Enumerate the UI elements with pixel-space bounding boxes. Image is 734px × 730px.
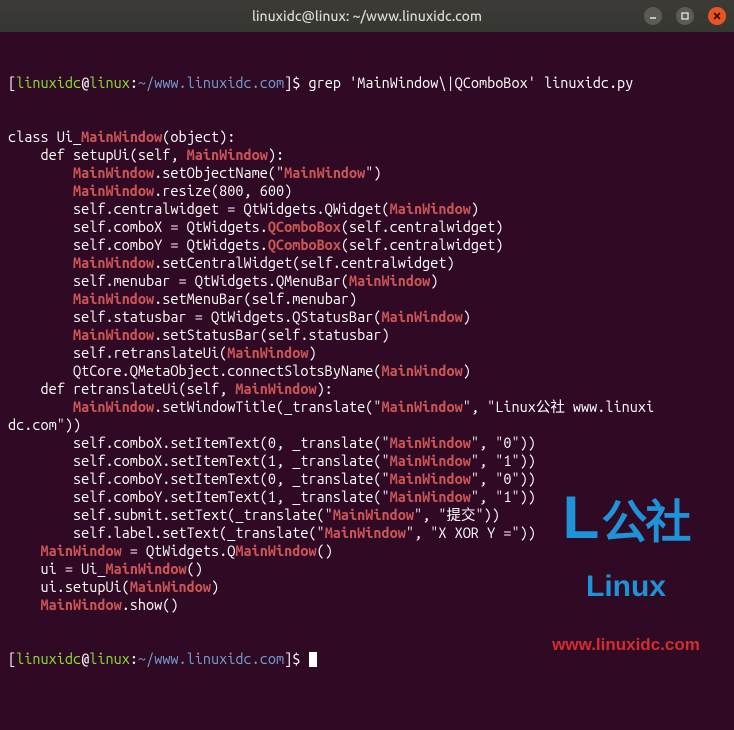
grep-match: MainWindow bbox=[81, 128, 162, 145]
output-line: MainWindow = QtWidgets.QMainWindow() bbox=[8, 542, 726, 560]
grep-match: MainWindow bbox=[235, 542, 316, 559]
minimize-button[interactable] bbox=[644, 7, 662, 25]
output-line: self.label.setText(_translate("MainWindo… bbox=[8, 524, 726, 542]
grep-match: MainWindow bbox=[284, 164, 365, 181]
grep-match: QComboBox bbox=[268, 236, 341, 253]
output-line: MainWindow.setObjectName("MainWindow") bbox=[8, 164, 726, 182]
output-line: self.statusbar = QtWidgets.QStatusBar(Ma… bbox=[8, 308, 726, 326]
grep-match: MainWindow bbox=[235, 380, 316, 397]
window-controls bbox=[644, 7, 726, 25]
output-line: dc.com")) bbox=[8, 416, 726, 434]
grep-match: MainWindow bbox=[382, 362, 463, 379]
output-line: self.menubar = QtWidgets.QMenuBar(MainWi… bbox=[8, 272, 726, 290]
titlebar: linuxidc@linux: ~/www.linuxidc.com bbox=[0, 0, 734, 32]
output-line: ui.setupUi(MainWindow) bbox=[8, 578, 726, 596]
cursor bbox=[309, 652, 317, 667]
output-line: self.retranslateUi(MainWindow) bbox=[8, 344, 726, 362]
grep-match: MainWindow bbox=[382, 308, 463, 325]
output-line: self.submit.setText(_translate("MainWind… bbox=[8, 506, 726, 524]
grep-match: MainWindow bbox=[73, 164, 154, 181]
grep-match: MainWindow bbox=[333, 506, 414, 523]
output-line: MainWindow.setMenuBar(self.menubar) bbox=[8, 290, 726, 308]
prompt-line: [linuxidc@linux:~/www.linuxidc.com]$ bbox=[8, 650, 726, 668]
grep-match: MainWindow bbox=[390, 470, 471, 487]
maximize-button[interactable] bbox=[676, 7, 694, 25]
prompt-path: ~/www.linuxidc.com bbox=[138, 74, 284, 91]
close-button[interactable] bbox=[708, 7, 726, 25]
grep-match: MainWindow bbox=[40, 542, 121, 559]
grep-match: MainWindow bbox=[105, 560, 186, 577]
grep-match: MainWindow bbox=[40, 596, 121, 613]
output-line: QtCore.QMetaObject.connectSlotsByName(Ma… bbox=[8, 362, 726, 380]
grep-match: MainWindow bbox=[382, 398, 463, 415]
grep-match: MainWindow bbox=[73, 254, 154, 271]
grep-match: MainWindow bbox=[73, 326, 154, 343]
output-line: self.comboY.setItemText(1, _translate("M… bbox=[8, 488, 726, 506]
output-line: def setupUi(self, MainWindow): bbox=[8, 146, 726, 164]
output-line: self.comboX.setItemText(0, _translate("M… bbox=[8, 434, 726, 452]
grep-match: MainWindow bbox=[390, 488, 471, 505]
output-line: class Ui_MainWindow(object): bbox=[8, 128, 726, 146]
window-title: linuxidc@linux: ~/www.linuxidc.com bbox=[252, 8, 482, 24]
grep-match: MainWindow bbox=[349, 272, 430, 289]
terminal[interactable]: [linuxidc@linux:~/www.linuxidc.com]$ gre… bbox=[0, 32, 734, 730]
output-line: self.comboY = QtWidgets.QComboBox(self.c… bbox=[8, 236, 726, 254]
output-line: MainWindow.resize(800, 600) bbox=[8, 182, 726, 200]
output-line: self.comboX.setItemText(1, _translate("M… bbox=[8, 452, 726, 470]
prompt-host: linux bbox=[89, 74, 130, 91]
prompt-line: [linuxidc@linux:~/www.linuxidc.com]$ gre… bbox=[8, 74, 726, 92]
terminal-output: class Ui_MainWindow(object): def setupUi… bbox=[8, 128, 726, 614]
output-line: ui = Ui_MainWindow() bbox=[8, 560, 726, 578]
output-line: self.centralwidget = QtWidgets.QWidget(M… bbox=[8, 200, 726, 218]
output-line: def retranslateUi(self, MainWindow): bbox=[8, 380, 726, 398]
grep-match: QComboBox bbox=[268, 218, 341, 235]
grep-match: MainWindow bbox=[390, 434, 471, 451]
grep-match: MainWindow bbox=[390, 452, 471, 469]
output-line: self.comboY.setItemText(0, _translate("M… bbox=[8, 470, 726, 488]
grep-match: MainWindow bbox=[187, 146, 268, 163]
grep-match: MainWindow bbox=[130, 578, 211, 595]
grep-match: MainWindow bbox=[325, 524, 406, 541]
output-line: MainWindow.setCentralWidget(self.central… bbox=[8, 254, 726, 272]
command-text: grep 'MainWindow\|QComboBox' linuxidc.py bbox=[309, 74, 634, 91]
grep-match: MainWindow bbox=[73, 398, 154, 415]
prompt-user: linuxidc bbox=[16, 74, 81, 91]
output-line: MainWindow.show() bbox=[8, 596, 726, 614]
output-line: MainWindow.setWindowTitle(_translate("Ma… bbox=[8, 398, 726, 416]
output-line: MainWindow.setStatusBar(self.statusbar) bbox=[8, 326, 726, 344]
grep-match: MainWindow bbox=[73, 290, 154, 307]
grep-match: MainWindow bbox=[73, 182, 154, 199]
grep-match: MainWindow bbox=[227, 344, 308, 361]
output-line: self.comboX = QtWidgets.QComboBox(self.c… bbox=[8, 218, 726, 236]
grep-match: MainWindow bbox=[390, 200, 471, 217]
